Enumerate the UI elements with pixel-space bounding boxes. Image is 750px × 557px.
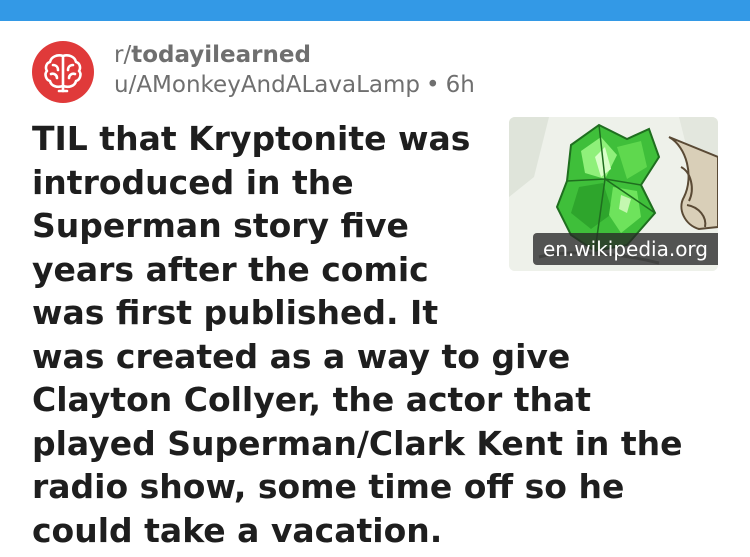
subreddit-avatar[interactable] [32,41,94,103]
post-header: r/todayilearned u/AMonkeyAndALavaLamp • 6h [32,38,722,103]
subreddit-name: todayilearned [131,42,311,68]
link-domain-badge: en.wikipedia.org [532,233,718,265]
meta-separator: • [426,72,440,98]
brain-icon [44,54,82,93]
post-age: 6h [445,72,475,98]
subreddit-link[interactable]: r/todayilearned [114,40,475,70]
subreddit-prefix: r/ [114,42,132,68]
post-meta: r/todayilearned u/AMonkeyAndALavaLamp • 6h [114,40,475,100]
link-thumbnail[interactable]: en.wikipedia.org [509,117,718,271]
author-line: u/AMonkeyAndALavaLamp • 6h [114,70,475,100]
top-status-bar [0,0,750,21]
author-link[interactable]: u/AMonkeyAndALavaLamp [114,72,420,98]
